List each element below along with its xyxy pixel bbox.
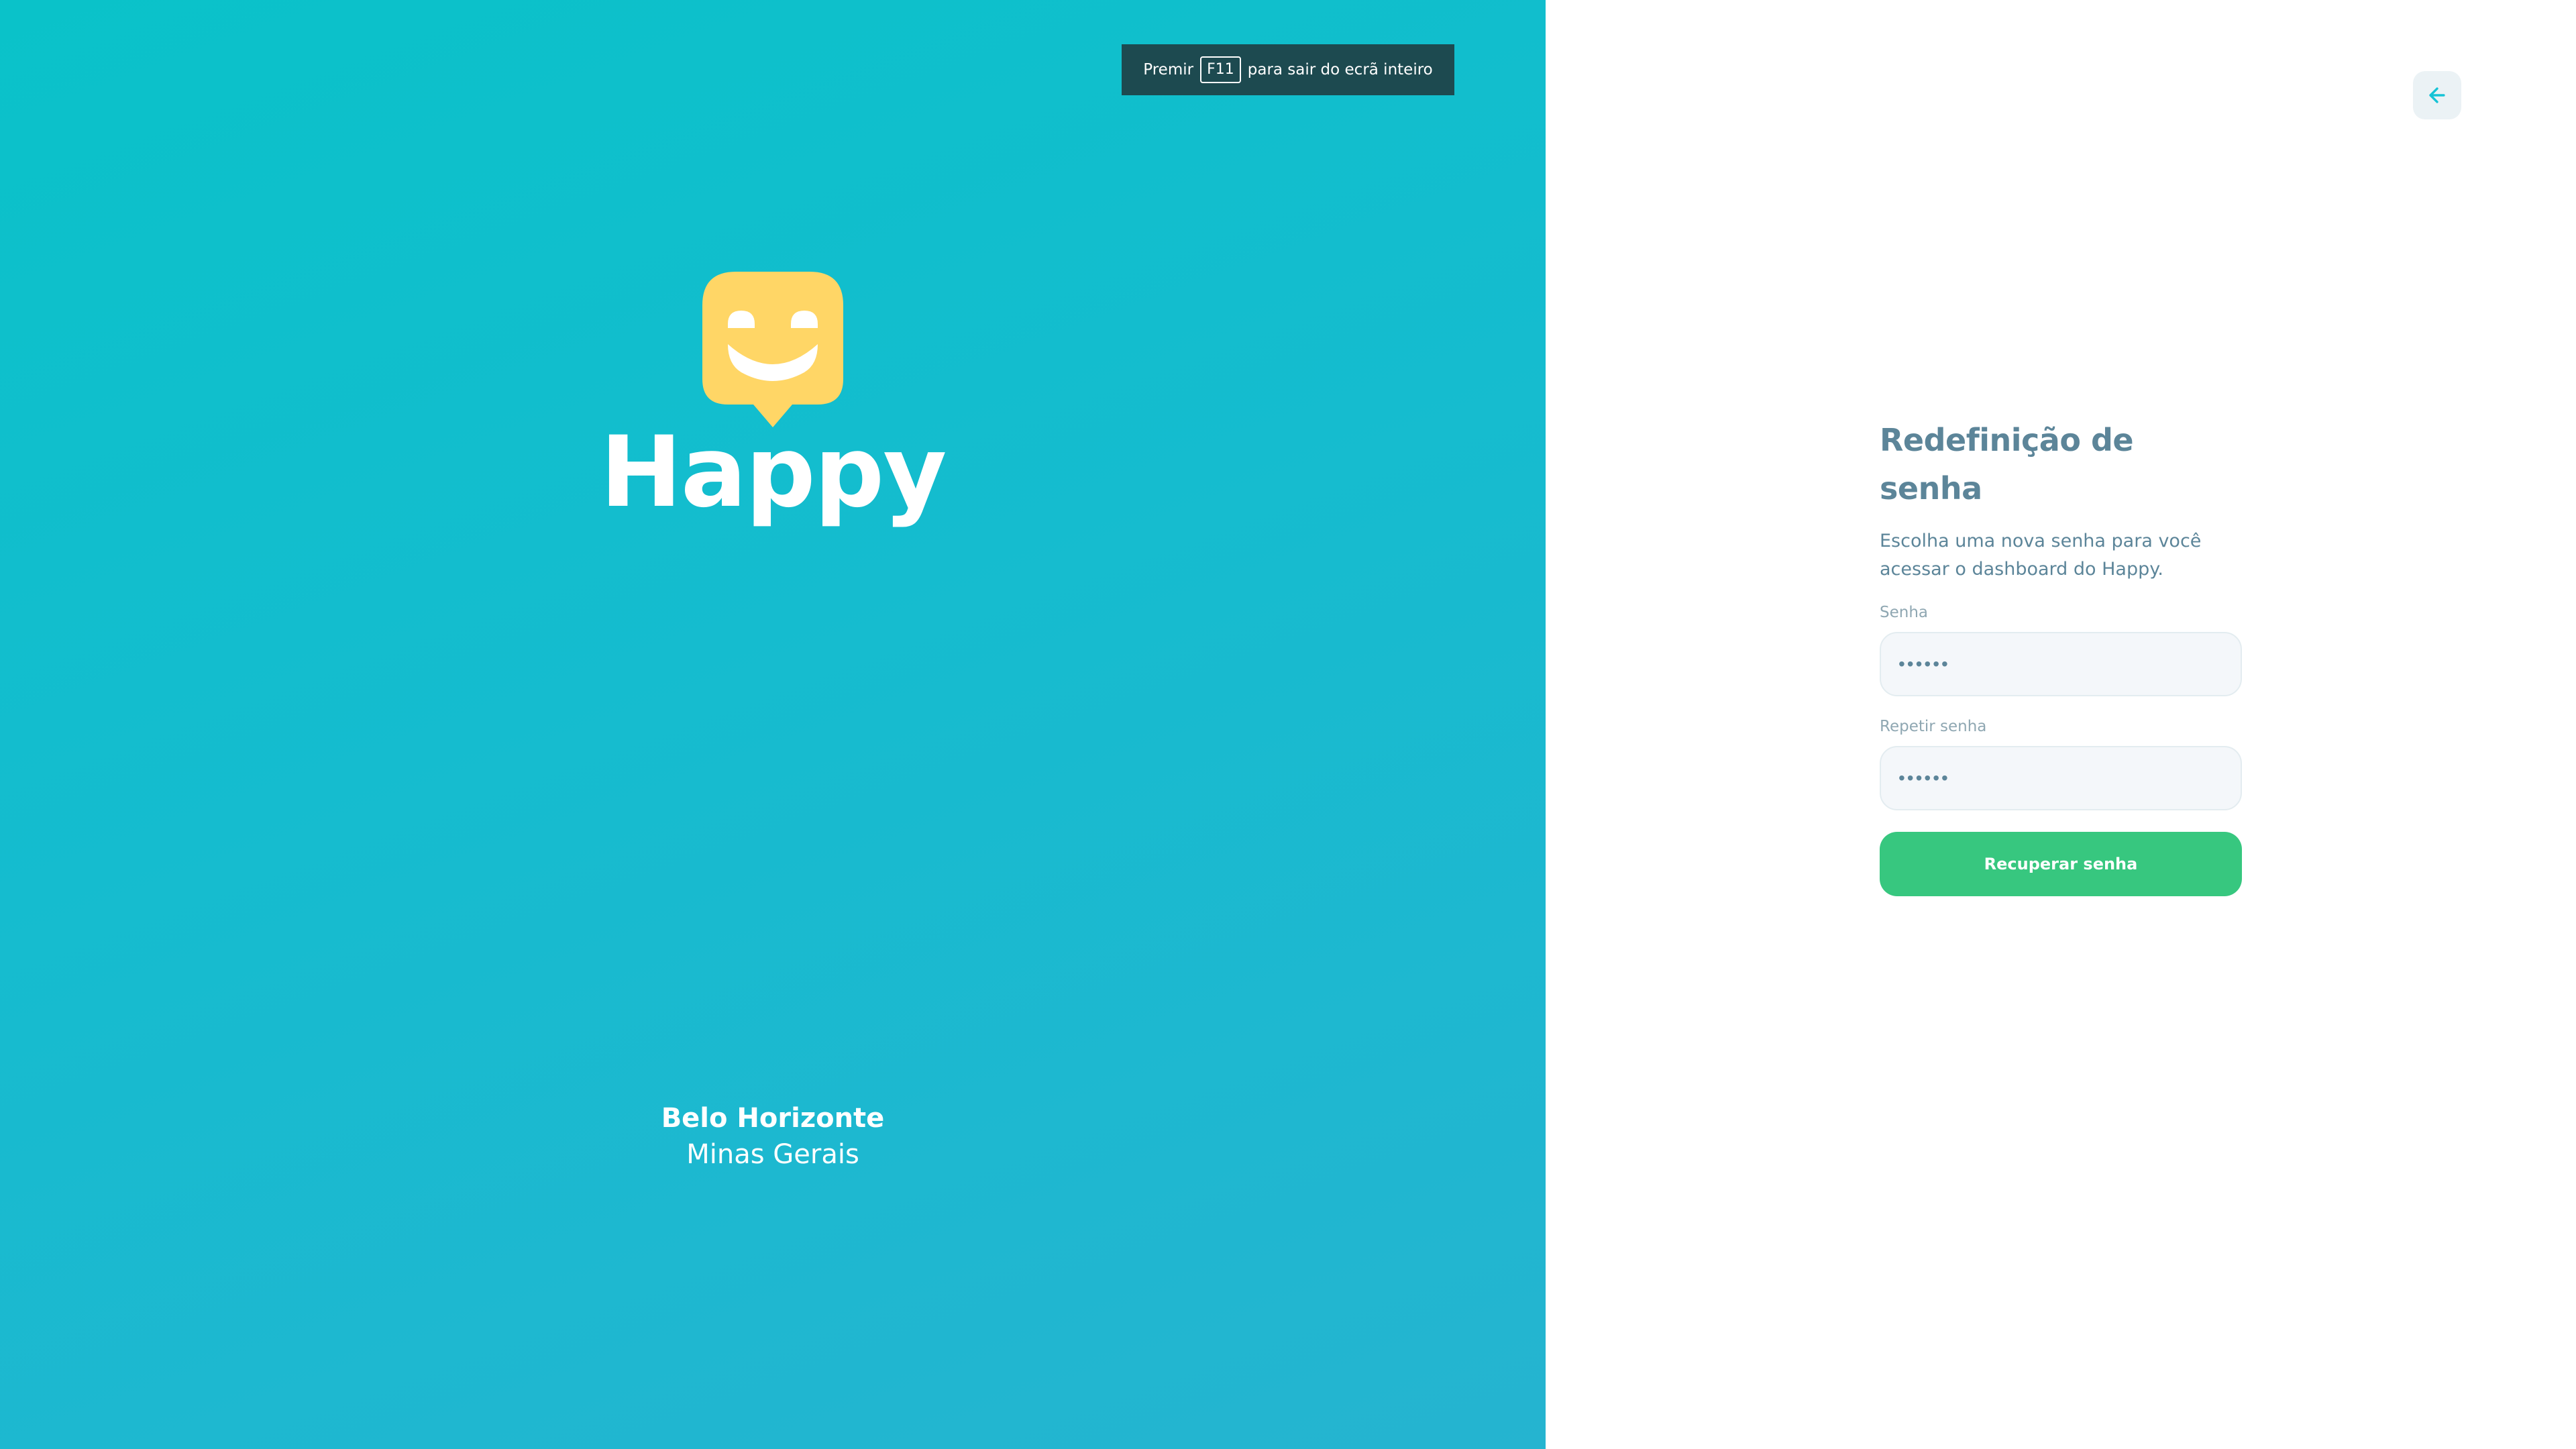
location-block: Belo Horizonte Minas Gerais: [0, 1100, 1546, 1173]
arrow-left-icon: [2429, 87, 2445, 103]
password-label: Senha: [1880, 604, 1928, 621]
fullscreen-notice-key: F11: [1200, 56, 1241, 83]
password-field[interactable]: [1880, 632, 2242, 696]
fullscreen-notice-prefix: Premir: [1143, 61, 1194, 78]
location-city: Belo Horizonte: [661, 1103, 885, 1134]
repeat-password-field[interactable]: [1880, 746, 2242, 810]
reset-password-panel: Redefinição de senha Escolha uma nova se…: [1546, 0, 2576, 1449]
fullscreen-notice-suffix: para sair do ecrã inteiro: [1247, 61, 1433, 78]
reset-password-form: Redefinição de senha Escolha uma nova se…: [1880, 416, 2245, 896]
form-description: Escolha uma nova senha para você acessar…: [1880, 531, 2202, 580]
smiling-speech-bubble-icon: [702, 272, 843, 427]
app-root: Happy Belo Horizonte Minas Gerais Premir…: [0, 0, 2576, 1449]
fullscreen-notice: Premir F11 para sair do ecrã inteiro: [1122, 44, 1454, 95]
repeat-password-label: Repetir senha: [1880, 718, 1987, 735]
recover-password-button[interactable]: Recuperar senha: [1880, 832, 2242, 896]
brand-block: Happy: [0, 272, 1546, 531]
form-title: Redefinição de senha: [1880, 422, 2134, 506]
hero-panel: Happy Belo Horizonte Minas Gerais Premir…: [0, 0, 1546, 1449]
brand-name: Happy: [600, 415, 947, 529]
back-button[interactable]: [2413, 71, 2461, 119]
location-state: Minas Gerais: [686, 1139, 859, 1170]
